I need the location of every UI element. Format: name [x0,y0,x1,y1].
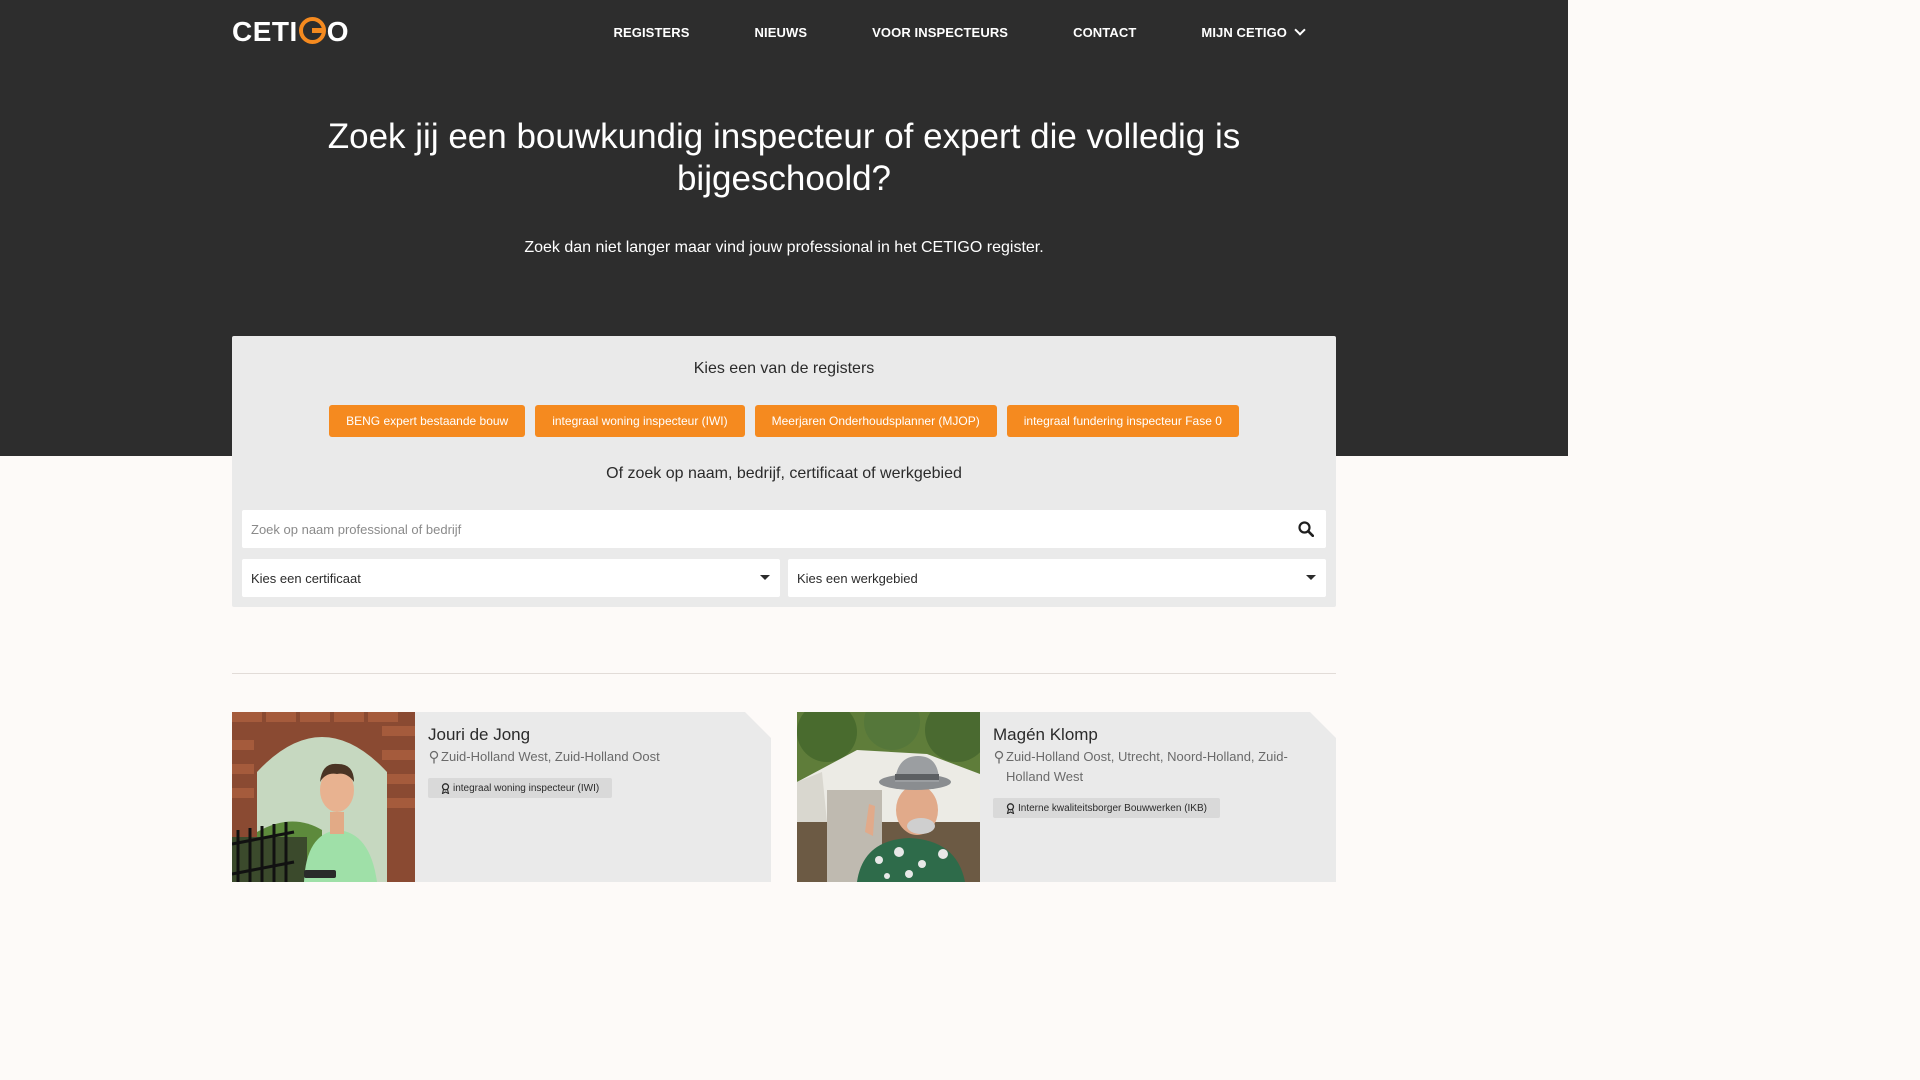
section-divider [232,673,1336,674]
certificate-badge-label: integraal woning inspecteur (IWI) [453,782,600,794]
certificate-badge: integraal woning inspecteur (IWI) [428,778,613,798]
nav-link-mijn-cetigo[interactable]: MIJN CETIGO [1201,24,1306,40]
search-heading: Of zoek op naam, bedrijf, certificaat of… [606,465,962,482]
registers-heading: Kies een van de registers [693,360,875,377]
search-icon[interactable] [1298,521,1314,537]
certificate-badge-label: Interne kwaliteitsborger Bouwwerken (IKB… [1018,802,1207,814]
register-button-fundering[interactable]: integraal fundering inspecteur Fase 0 [1006,405,1239,437]
area-select-value: Kies een werkgebied [797,570,918,586]
certificate-select-value: Kies een certificaat [251,570,361,586]
professional-name[interactable]: Magén Klomp [993,725,1313,745]
search-box [242,510,1326,548]
professional-photo [797,712,980,882]
caret-down-icon [1306,575,1316,580]
location-text: Zuid-Holland Oost, Utrecht, Noord-Hollan… [1006,749,1288,784]
card-info: Magén Klomp Zuid-Holland Oost, Utrecht, … [993,725,1313,819]
professional-name[interactable]: Jouri de Jong [428,725,748,745]
area-select[interactable]: Kies een werkgebied [788,559,1326,597]
certificate-select[interactable]: Kies een certificaat [242,559,780,597]
register-button-iwi[interactable]: integraal woning inspecteur (IWI) [535,405,745,437]
map-pin-icon [994,750,1004,764]
register-button-mjop[interactable]: Meerjaren Onderhoudsplanner (MJOP) [754,405,997,437]
professional-card[interactable]: Magén Klomp Zuid-Holland Oost, Utrecht, … [797,712,1336,882]
chevron-down-icon [1294,24,1306,36]
card-corner [1310,712,1336,738]
professional-location: Zuid-Holland West, Zuid-Holland Oost [428,747,748,767]
professional-location: Zuid-Holland Oost, Utrecht, Noord-Hollan… [993,747,1313,787]
register-buttons: BENG expert bestaande bouw integraal won… [232,405,1336,437]
cetigo-logo[interactable]: CETI O [232,17,349,47]
nav-link-voor-inspecteurs[interactable]: VOOR INSPECTEURS [872,25,1008,40]
card-corner [745,712,771,738]
top-navigation: CETI O REGISTERS NIEUWS VOOR INSPECTEURS … [232,0,1336,64]
nav-links: REGISTERS NIEUWS VOOR INSPECTEURS CONTAC… [613,0,1306,64]
nav-link-nieuws[interactable]: NIEUWS [755,25,808,40]
search-input[interactable] [242,510,1326,548]
logo-g-icon [298,17,326,44]
location-text: Zuid-Holland West, Zuid-Holland Oost [441,749,660,764]
map-pin-icon [429,750,439,764]
caret-down-icon [760,575,770,580]
register-button-beng[interactable]: BENG expert bestaande bouw [329,405,526,437]
search-panel: Kies een van de registers BENG expert be… [232,336,1336,607]
hero-title: Zoek jij een bouwkundig inspecteur of ex… [327,117,1241,198]
nav-link-mijn-cetigo-label: MIJN CETIGO [1201,24,1287,40]
nav-link-contact[interactable]: CONTACT [1073,25,1136,40]
card-info: Jouri de Jong Zuid-Holland West, Zuid-Ho… [428,725,748,799]
professional-photo [232,712,415,882]
award-icon [441,782,450,794]
certificate-badge: Interne kwaliteitsborger Bouwwerken (IKB… [993,798,1220,818]
nav-link-registers[interactable]: REGISTERS [613,25,689,40]
award-icon [1006,802,1015,814]
hero-subtitle: Zoek dan niet langer maar vind jouw prof… [524,239,1044,256]
professional-card[interactable]: Jouri de Jong Zuid-Holland West, Zuid-Ho… [232,712,771,882]
